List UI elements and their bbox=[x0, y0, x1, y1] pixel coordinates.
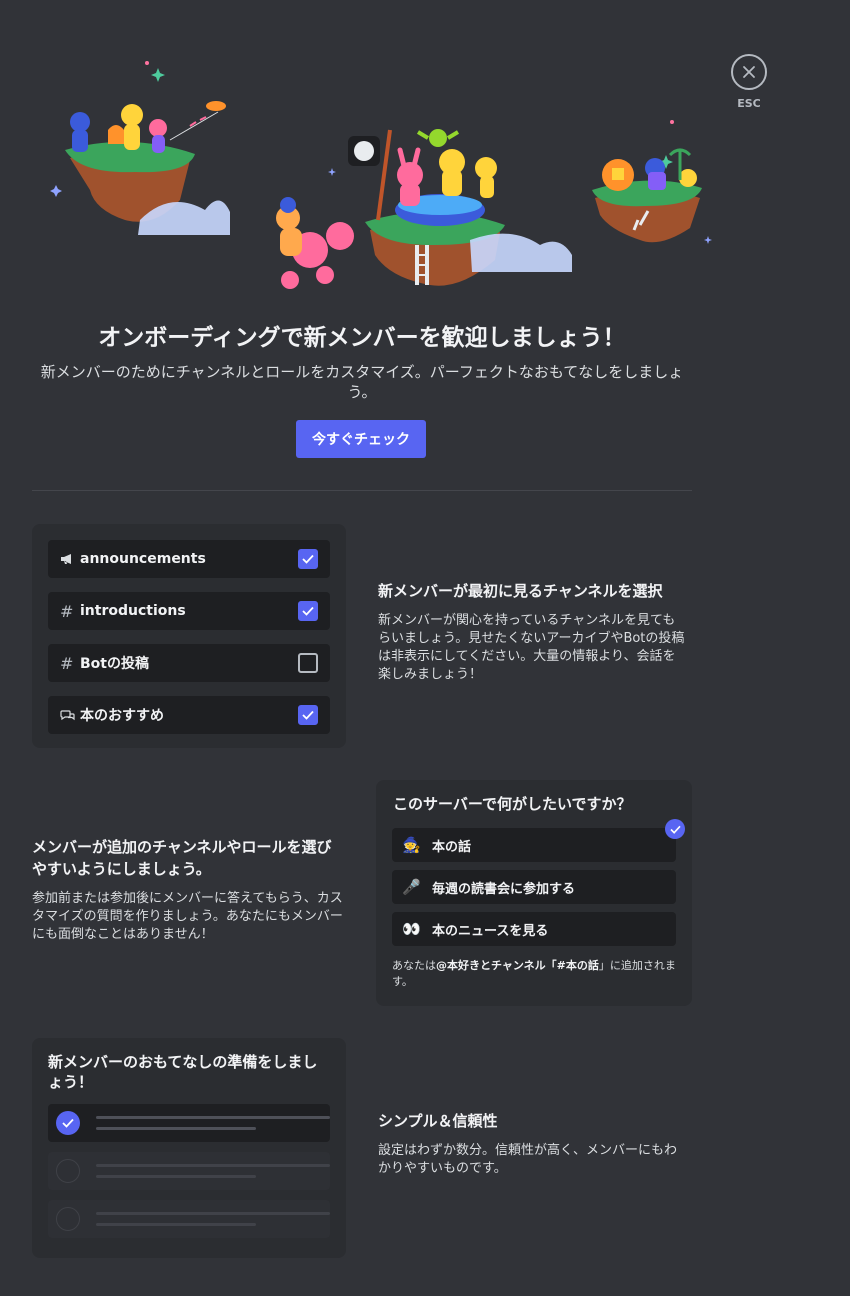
channel-label: 本のおすすめ bbox=[80, 708, 164, 724]
feature-title: 新メンバーが最初に見るチャンネルを選択 bbox=[378, 582, 663, 600]
feature-description: 新メンバーが関心を持っているチャンネルを見てもらいましょう。見せたくないアーカイ… bbox=[378, 613, 685, 682]
channel-mention: #本の話 bbox=[556, 959, 599, 972]
channel-selection-card: announcements # introductions # Botの投稿 本… bbox=[32, 524, 346, 748]
option-label: 毎週の読書会に参加する bbox=[432, 881, 576, 897]
channel-checkbox[interactable] bbox=[298, 705, 318, 725]
placeholder-lines bbox=[96, 1212, 330, 1226]
feature-title: シンプル＆信頼性 bbox=[378, 1112, 498, 1130]
checklist-title: 新メンバーのおもてなしの準備をしましょう！ bbox=[48, 1053, 318, 1091]
eyes-emoji-icon: 👀 bbox=[402, 920, 421, 938]
checklist-item-pending bbox=[48, 1200, 330, 1238]
option-label: 本のニュースを見る bbox=[432, 923, 549, 939]
hash-icon: # bbox=[60, 653, 74, 673]
feature-description: 参加前または参加後にメンバーに答えてもらう、カスタマイズの質問を作りましょう。あ… bbox=[32, 891, 343, 942]
question-option[interactable]: 🧙 本の話 bbox=[392, 819, 685, 862]
channel-row-book-recommendations[interactable]: 本のおすすめ bbox=[48, 696, 330, 734]
divider bbox=[32, 490, 692, 491]
microphone-emoji-icon: 🎤 bbox=[402, 878, 421, 896]
feature-title: メンバーが追加のチャンネルやロールを選びやすいようにしましょう。 bbox=[32, 838, 332, 878]
channel-row-announcements[interactable]: announcements bbox=[48, 540, 330, 578]
channel-checkbox[interactable] bbox=[298, 549, 318, 569]
question-title: このサーバーで何がしたいですか？ bbox=[393, 795, 632, 813]
hero-text: オンボーディングで新メンバーを歓迎しましょう！ 新メンバーのためにチャンネルとロ… bbox=[32, 322, 692, 402]
channel-label: Botの投稿 bbox=[80, 656, 149, 672]
close-control: ESC bbox=[731, 54, 767, 110]
hero-illustration bbox=[50, 61, 712, 289]
question-option[interactable]: 🎤 毎週の読書会に参加する bbox=[392, 870, 676, 904]
feature-description: 設定はわずか数分。信頼性が高く、メンバーにもわかりやすいものです。 bbox=[378, 1143, 678, 1176]
feature-simple: シンプル＆信頼性 設定はわずか数分。信頼性が高く、メンバーにもわかりやすいもので… bbox=[378, 1110, 688, 1178]
channel-row-introductions[interactable]: # introductions bbox=[48, 592, 330, 630]
check-now-button[interactable]: 今すぐチェック bbox=[296, 420, 426, 458]
checklist-item-pending bbox=[48, 1152, 330, 1190]
page-title: オンボーディングで新メンバーを歓迎しましょう！ bbox=[98, 325, 626, 351]
close-button[interactable] bbox=[731, 54, 767, 90]
option-label: 本の話 bbox=[432, 839, 472, 855]
wizard-emoji-icon: 🧙 bbox=[402, 836, 421, 854]
placeholder-lines bbox=[96, 1116, 330, 1130]
check-circle-icon bbox=[56, 1111, 80, 1135]
esc-label: ESC bbox=[737, 97, 761, 110]
channel-row-bot-posts[interactable]: # Botの投稿 bbox=[48, 644, 330, 682]
checklist-item-done bbox=[48, 1104, 330, 1142]
assignment-note: あなたは@本好きとチャンネル「#本の話」に追加されます。 bbox=[392, 959, 676, 988]
empty-circle-icon bbox=[56, 1207, 80, 1231]
page-subtitle: 新メンバーのためにチャンネルとロールをカスタマイズ。パーフェクトなおもてなしをし… bbox=[40, 363, 684, 401]
megaphone-icon bbox=[60, 553, 78, 565]
role-mention: @本好き bbox=[436, 959, 480, 972]
close-icon bbox=[743, 66, 755, 78]
feature-customization: メンバーが追加のチャンネルやロールを選びやすいようにしましょう。 参加前または参… bbox=[32, 836, 344, 944]
check-icon bbox=[302, 710, 314, 720]
channel-checkbox[interactable] bbox=[298, 601, 318, 621]
welcome-checklist-card: 新メンバーのおもてなしの準備をしましょう！ bbox=[32, 1038, 346, 1258]
channel-label: announcements bbox=[80, 551, 206, 567]
placeholder-lines bbox=[96, 1164, 330, 1178]
empty-circle-icon bbox=[56, 1159, 80, 1183]
forum-icon bbox=[60, 709, 78, 722]
hash-icon: # bbox=[60, 601, 74, 621]
onboarding-question-card: このサーバーで何がしたいですか？ 🧙 本の話 🎤 毎週の読書会に参加する 👀 本… bbox=[376, 780, 692, 1006]
check-icon bbox=[302, 606, 314, 616]
selected-check-icon bbox=[665, 819, 685, 839]
feature-channels: 新メンバーが最初に見るチャンネルを選択 新メンバーが関心を持っているチャンネルを… bbox=[378, 580, 688, 684]
channel-checkbox[interactable] bbox=[298, 653, 318, 673]
channel-label: introductions bbox=[80, 603, 186, 619]
question-option[interactable]: 👀 本のニュースを見る bbox=[392, 912, 676, 946]
check-icon bbox=[302, 554, 314, 564]
